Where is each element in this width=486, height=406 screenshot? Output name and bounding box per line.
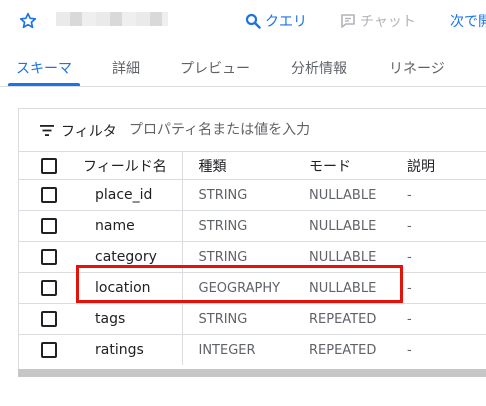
row-checkbox[interactable]: [41, 311, 57, 327]
header-mode[interactable]: モード: [295, 151, 395, 180]
filter-list-icon[interactable]: [40, 125, 54, 136]
tab-details[interactable]: 詳細: [112, 58, 140, 78]
active-tab-indicator: [8, 83, 80, 86]
header-field-name[interactable]: フィールド名: [75, 151, 183, 180]
filter-input[interactable]: [129, 119, 469, 141]
field-name[interactable]: location: [75, 272, 183, 304]
field-mode: NULLABLE: [295, 179, 395, 211]
row-checkbox[interactable]: [41, 280, 57, 296]
open-in-button[interactable]: 次で開く: [450, 13, 486, 31]
tab-schema[interactable]: スキーマ: [16, 58, 72, 78]
chat-label: チャット: [360, 14, 416, 30]
chat-button: チャット: [340, 13, 416, 31]
field-type: STRING: [182, 303, 295, 335]
row-checkbox[interactable]: [41, 187, 57, 203]
filter-bar: フィルタ: [19, 109, 486, 151]
tab-preview[interactable]: プレビュー: [180, 58, 250, 78]
field-mode: NULLABLE: [295, 272, 395, 304]
field-name[interactable]: name: [75, 210, 183, 242]
field-description: -: [395, 241, 486, 273]
table-row: name STRING NULLABLE -: [19, 210, 486, 242]
table-row: ratings INTEGER REPEATED -: [19, 334, 486, 365]
row-checkbox[interactable]: [41, 218, 57, 234]
search-icon: [245, 13, 261, 29]
schema-table: フィールド名 種類 モード 説明 place_id STRING NULLABL…: [19, 151, 486, 365]
chat-icon: [341, 14, 355, 28]
row-checkbox[interactable]: [41, 342, 57, 358]
field-name[interactable]: category: [75, 241, 183, 273]
field-description: -: [395, 179, 486, 211]
table-row: category STRING NULLABLE -: [19, 241, 486, 273]
horizontal-scrollbar[interactable]: [18, 369, 486, 377]
table-row: place_id STRING NULLABLE -: [19, 179, 486, 211]
tab-bar: スキーマ 詳細 プレビュー 分析情報 リネージ: [0, 50, 486, 87]
field-name[interactable]: place_id: [75, 179, 183, 211]
select-all-checkbox[interactable]: [41, 157, 57, 174]
table-header-row: フィールド名 種類 モード 説明: [19, 151, 486, 180]
field-description: -: [395, 272, 486, 304]
field-description: -: [395, 210, 486, 242]
field-mode: REPEATED: [295, 334, 395, 365]
field-name[interactable]: tags: [75, 303, 183, 335]
field-description: -: [395, 334, 486, 365]
row-checkbox[interactable]: [41, 249, 57, 265]
header-type[interactable]: 種類: [182, 151, 295, 180]
field-type: STRING: [182, 210, 295, 242]
table-row: tags STRING REPEATED -: [19, 303, 486, 335]
open-in-label: 次で開く: [450, 14, 486, 30]
schema-panel: フィルタ フィールド名 種類 モード 説明 place_id STRING NU…: [18, 108, 486, 371]
redacted-table-name: [56, 12, 168, 26]
field-type: GEOGRAPHY: [182, 272, 295, 304]
toolbar: クエリ チャット 次で開く: [0, 0, 486, 44]
query-label: クエリ: [265, 14, 307, 30]
field-description: -: [395, 303, 486, 335]
table-row-highlighted: location GEOGRAPHY NULLABLE -: [19, 272, 486, 304]
field-type: INTEGER: [182, 334, 295, 365]
field-mode: REPEATED: [295, 303, 395, 335]
field-type: STRING: [182, 241, 295, 273]
field-name[interactable]: ratings: [75, 334, 183, 365]
star-icon[interactable]: [18, 11, 38, 31]
field-mode: NULLABLE: [295, 241, 395, 273]
tab-lineage[interactable]: リネージ: [389, 58, 445, 78]
query-button[interactable]: クエリ: [245, 13, 307, 31]
field-mode: NULLABLE: [295, 210, 395, 242]
tab-insights[interactable]: 分析情報: [291, 58, 347, 78]
header-description[interactable]: 説明: [395, 151, 486, 180]
filter-label: フィルタ: [61, 124, 117, 140]
field-type: STRING: [182, 179, 295, 211]
